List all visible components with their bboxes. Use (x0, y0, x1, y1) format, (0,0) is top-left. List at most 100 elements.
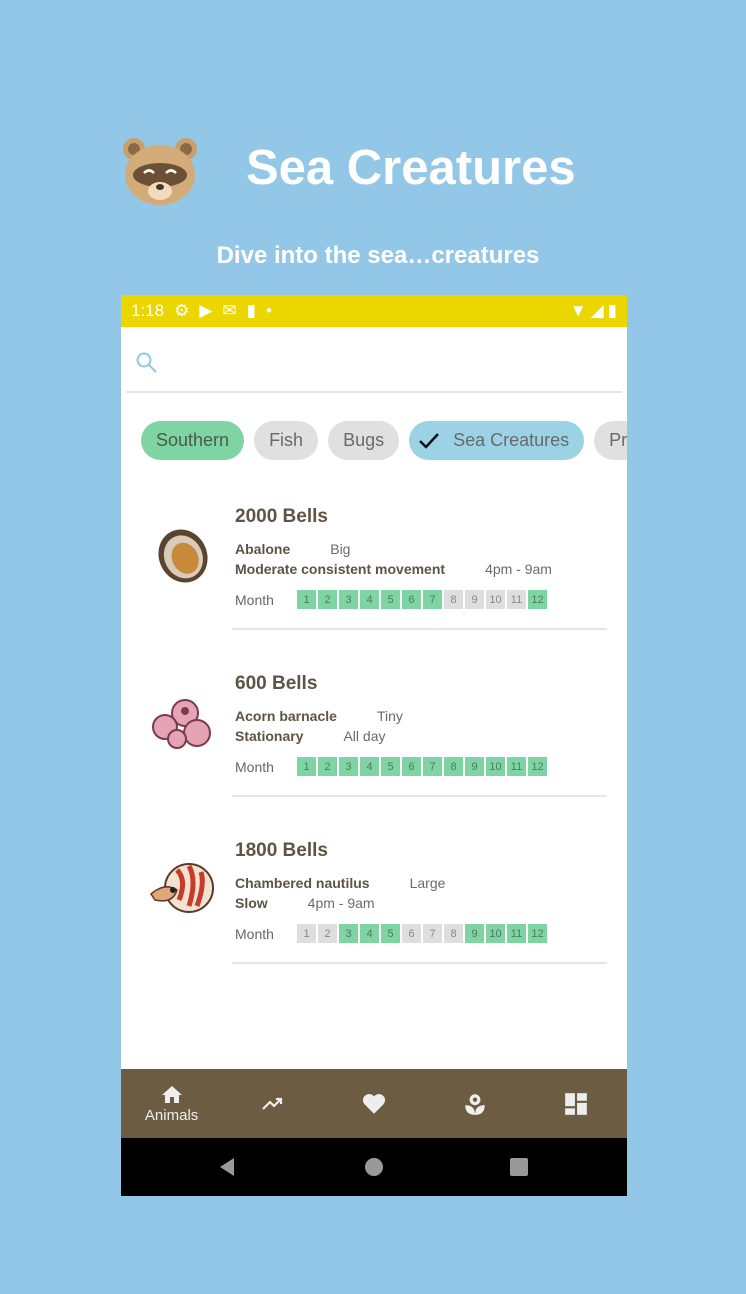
month-label: Month (235, 925, 274, 942)
dashboard-icon (565, 1092, 588, 1115)
month-cell: 2 (318, 924, 337, 943)
month-cell: 11 (507, 757, 526, 776)
settings-icon: ⚙ (174, 301, 190, 320)
month-cell: 5 (381, 757, 400, 776)
month-cell: 8 (444, 757, 463, 776)
month-cell: 7 (423, 757, 442, 776)
creature-name: Acorn barnacle (235, 708, 337, 724)
month-cell: 7 (423, 590, 442, 609)
month-cell: 11 (507, 924, 526, 943)
list-item[interactable]: 1800 Bells Chambered nautilus Large Slow 4… (121, 830, 627, 997)
month-cell: 5 (381, 590, 400, 609)
month-availability: Month 1 2 3 4 5 6 7 8 9 10 11 12 (235, 590, 549, 609)
status-bar: 1:18 ⚙ ▶ ✉ ▮ • ▼ ◢ ▮ (121, 295, 627, 327)
month-cell: 7 (423, 924, 442, 943)
creature-size: Tiny (376, 708, 403, 724)
chip-price[interactable]: Pric (594, 421, 627, 460)
signal-icon: ◢ (590, 301, 604, 320)
chip-southern[interactable]: Southern (141, 421, 245, 460)
month-cell: 6 (402, 757, 421, 776)
month-cell: 4 (360, 924, 379, 943)
wifi-icon: ▼ (569, 301, 587, 320)
creature-time: 4pm - 9am (307, 895, 375, 911)
month-cell: 4 (360, 757, 379, 776)
month-label: Month (235, 758, 274, 775)
month-cell: 12 (528, 590, 547, 609)
play-icon: ▶ (199, 301, 213, 320)
system-navigation-bar (121, 1138, 627, 1196)
creature-list: 2000 Bells Abalone Big Moderate consisten… (121, 496, 627, 997)
list-item[interactable]: 600 Bells Acorn barnacle Tiny Stationary A… (121, 663, 627, 830)
month-cell: 8 (444, 590, 463, 609)
list-item[interactable]: 2000 Bells Abalone Big Moderate consisten… (121, 496, 627, 663)
month-cell: 3 (339, 924, 358, 943)
price: 2000 Bells (235, 506, 328, 527)
creature-time: All day (343, 728, 386, 744)
month-cell: 9 (465, 757, 484, 776)
month-cell: 1 (297, 590, 316, 609)
price: 600 Bells (235, 673, 318, 694)
status-time: 1:18 (131, 301, 165, 320)
month-cell: 10 (486, 924, 505, 943)
creature-size: Large (409, 875, 446, 891)
recents-icon[interactable] (509, 1157, 529, 1177)
divider (232, 795, 607, 797)
chip-sea-creatures[interactable]: Sea Creatures (409, 421, 585, 460)
home-button-icon[interactable] (364, 1157, 384, 1177)
filter-chips: Southern Fish Bugs Sea Creatures Pric (121, 421, 627, 460)
page-title: Sea Creatures (246, 141, 576, 195)
month-cell: 1 (297, 757, 316, 776)
heart-icon (362, 1093, 386, 1114)
month-cell: 3 (339, 590, 358, 609)
creature-size: Big (330, 541, 351, 557)
tab-favorites[interactable] (323, 1069, 424, 1138)
month-cell: 9 (465, 924, 484, 943)
month-cell: 12 (528, 757, 547, 776)
month-cell: 4 (360, 590, 379, 609)
search-icon (136, 352, 157, 373)
creature-movement: Stationary (235, 728, 304, 744)
month-label: Month (235, 591, 274, 608)
battery-icon: ▮ (607, 301, 617, 320)
month-availability: Month 1 2 3 4 5 6 7 8 9 10 11 12 (235, 757, 549, 776)
search-field[interactable] (171, 345, 601, 375)
back-icon[interactable] (217, 1157, 237, 1177)
tab-animals[interactable]: Animals (121, 1069, 222, 1138)
acorn-barnacle-image (152, 699, 211, 749)
chambered-nautilus-image (150, 863, 214, 913)
month-cell: 1 (297, 924, 316, 943)
month-cell: 10 (486, 757, 505, 776)
month-cell: 12 (528, 924, 547, 943)
raccoon-logo-icon (123, 138, 197, 205)
month-cell: 5 (381, 924, 400, 943)
divider (232, 628, 607, 630)
month-cell: 6 (402, 590, 421, 609)
mail-icon: ✉ (222, 301, 237, 320)
month-cell: 8 (444, 924, 463, 943)
month-cell: 2 (318, 590, 337, 609)
search-input[interactable] (126, 327, 622, 393)
divider (232, 962, 607, 964)
creature-time: 4pm - 9am (485, 561, 552, 577)
tab-dashboard[interactable] (526, 1069, 627, 1138)
dot-icon: • (266, 301, 272, 320)
month-availability: Month 1 2 3 4 5 6 7 8 9 10 11 12 (235, 924, 549, 943)
home-icon (161, 1086, 182, 1103)
chip-bugs[interactable]: Bugs (328, 421, 400, 460)
page-subtitle: Dive into the sea…creatures (216, 242, 540, 269)
month-cell: 6 (402, 924, 421, 943)
month-cell: 3 (339, 757, 358, 776)
check-icon (419, 432, 440, 449)
month-cell: 9 (465, 590, 484, 609)
month-cell: 11 (507, 590, 526, 609)
phone-screen: 1:18 ⚙ ▶ ✉ ▮ • ▼ ◢ ▮ Southern Fish Bugs Se… (121, 295, 627, 1196)
tab-trending[interactable] (222, 1069, 323, 1138)
creature-movement: Moderate consistent movement (235, 561, 446, 577)
month-cell: 2 (318, 757, 337, 776)
abalone-image (158, 529, 208, 583)
tab-flower[interactable] (425, 1069, 526, 1138)
bottom-navigation: Animals (121, 1069, 627, 1138)
flower-icon (465, 1093, 485, 1115)
chip-fish[interactable]: Fish (254, 421, 319, 460)
price: 1800 Bells (235, 840, 328, 861)
